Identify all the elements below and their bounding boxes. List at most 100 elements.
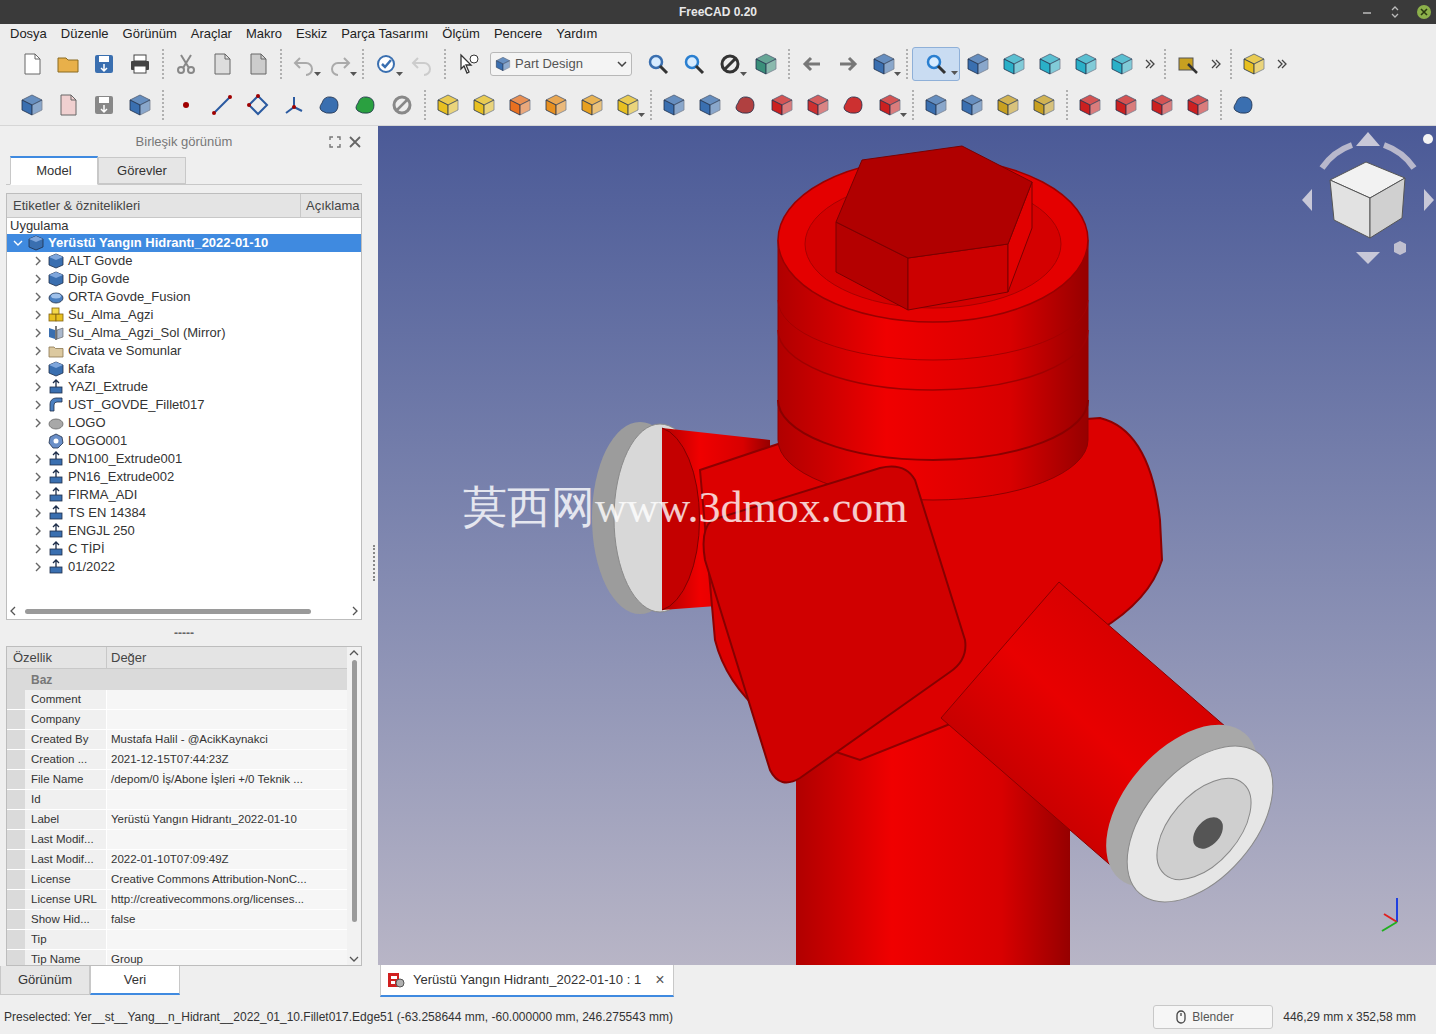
property-value[interactable]: Group xyxy=(107,950,347,966)
tree-item[interactable]: DN100_Extrude001 xyxy=(7,450,361,468)
property-value[interactable] xyxy=(107,690,347,709)
workbench-selector[interactable]: Part Design xyxy=(490,52,632,76)
column-header[interactable]: Açıklama xyxy=(301,194,361,217)
blob-icon[interactable] xyxy=(312,88,348,122)
tree-item[interactable]: Kafa xyxy=(7,360,361,378)
navigation-style-button[interactable]: Blender xyxy=(1153,1005,1273,1029)
tree-item[interactable]: LOGO001 xyxy=(7,432,361,450)
expander-icon[interactable] xyxy=(32,418,44,428)
cube-icon[interactable] xyxy=(1072,88,1108,122)
cube-icon[interactable] xyxy=(918,88,954,122)
scroll-down-icon[interactable] xyxy=(349,955,359,963)
horizontal-scrollbar[interactable] xyxy=(7,603,361,619)
cube-icon[interactable] xyxy=(1144,88,1180,122)
property-row[interactable]: License URLhttp://creativecommons.org/li… xyxy=(7,890,347,910)
expander-icon[interactable] xyxy=(32,274,44,284)
panel-tab[interactable]: Model xyxy=(10,156,98,185)
property-row[interactable]: LabelYerüstü Yangın Hidrantı_2022-01-10 xyxy=(7,810,347,830)
tree-item[interactable]: UST_GOVDE_Fillet017 xyxy=(7,396,361,414)
property-row[interactable]: Last Modif... xyxy=(7,830,347,850)
noentry-icon[interactable] xyxy=(712,47,748,81)
blob-icon[interactable] xyxy=(1226,88,1262,122)
expander-icon[interactable] xyxy=(32,454,44,464)
property-row[interactable]: Last Modif...2022-01-10T07:09:49Z xyxy=(7,850,347,870)
tree-item[interactable]: TS EN 14384 xyxy=(7,504,361,522)
cube-icon[interactable] xyxy=(1108,88,1144,122)
mag-icon[interactable] xyxy=(640,47,676,81)
expander-icon[interactable] xyxy=(32,346,44,356)
dot-icon[interactable] xyxy=(168,88,204,122)
tree-item[interactable]: Su_Alma_Agzi_Sol (Mirror) xyxy=(7,324,361,342)
splitter-handle[interactable]: ----- xyxy=(6,620,362,645)
minimize-icon[interactable] xyxy=(1360,5,1374,19)
mag-icon[interactable] xyxy=(912,47,960,81)
tree-item[interactable]: C TİPİ xyxy=(7,540,361,558)
redo-icon[interactable] xyxy=(322,47,358,81)
cube-icon[interactable] xyxy=(990,88,1026,122)
panel-tab[interactable]: Görünüm xyxy=(0,966,90,995)
cube-icon[interactable] xyxy=(692,88,728,122)
expander-icon[interactable] xyxy=(32,292,44,302)
tree-item[interactable]: Su_Alma_Agzi xyxy=(7,306,361,324)
panel-tab[interactable]: Görevler xyxy=(98,157,186,184)
menu-item[interactable]: Yardım xyxy=(549,24,604,44)
panel-splitter[interactable] xyxy=(370,126,378,1000)
cube-icon[interactable] xyxy=(1032,47,1068,81)
panel-tab[interactable]: Veri xyxy=(90,966,180,995)
hydrant-model-icon[interactable] xyxy=(378,126,1436,965)
menu-item[interactable]: Düzenle xyxy=(54,24,116,44)
scroll-left-icon[interactable] xyxy=(9,606,17,616)
property-value[interactable]: false xyxy=(107,910,347,929)
cube-icon[interactable] xyxy=(954,88,990,122)
restore-icon[interactable] xyxy=(1388,5,1402,19)
expander-icon[interactable] xyxy=(12,238,24,248)
property-value[interactable]: http://creativecommons.org/licenses... xyxy=(107,890,347,909)
check-icon[interactable] xyxy=(368,47,404,81)
undo-icon[interactable] xyxy=(404,47,440,81)
measure-icon[interactable] xyxy=(1170,47,1206,81)
property-row[interactable]: Company xyxy=(7,710,347,730)
menu-item[interactable]: Parça Tasarımı xyxy=(334,24,435,44)
cube-icon[interactable] xyxy=(1026,88,1062,122)
cube-icon[interactable] xyxy=(872,88,908,122)
menu-item[interactable]: Makro xyxy=(239,24,289,44)
tree-item[interactable]: ENGJL 250 xyxy=(7,522,361,540)
arrowR-icon[interactable] xyxy=(830,47,866,81)
menu-item[interactable]: Ölçüm xyxy=(435,24,487,44)
sheet-icon[interactable] xyxy=(204,47,240,81)
tree-item[interactable]: LOGO xyxy=(7,414,361,432)
more-tools-icon[interactable] xyxy=(1206,47,1226,81)
vertical-scrollbar[interactable] xyxy=(347,647,361,965)
property-value[interactable] xyxy=(107,710,347,729)
diamond-icon[interactable] xyxy=(240,88,276,122)
cube-icon[interactable] xyxy=(122,88,158,122)
3d-viewport[interactable]: 莫西网www.3dmox.com xyxy=(378,126,1436,965)
tree-item[interactable]: ORTA Govde_Fusion xyxy=(7,288,361,306)
menu-item[interactable]: Pencere xyxy=(487,24,549,44)
mag-icon[interactable] xyxy=(676,47,712,81)
property-value[interactable]: 2022-01-10T07:09:49Z xyxy=(107,850,347,869)
expander-icon[interactable] xyxy=(32,490,44,500)
property-value[interactable] xyxy=(107,930,347,949)
cube-icon[interactable] xyxy=(538,88,574,122)
property-value[interactable]: Creative Commons Attribution-NonC... xyxy=(107,870,347,889)
scissors-icon[interactable] xyxy=(168,47,204,81)
undock-icon[interactable] xyxy=(328,135,342,149)
property-row[interactable]: Tip NameGroup xyxy=(7,950,347,966)
cube-icon[interactable] xyxy=(430,88,466,122)
blob-icon[interactable] xyxy=(836,88,872,122)
expander-icon[interactable] xyxy=(32,256,44,266)
property-row[interactable]: Show Hid...false xyxy=(7,910,347,930)
sheet-icon[interactable] xyxy=(50,88,86,122)
cube-icon[interactable] xyxy=(1104,47,1140,81)
expander-icon[interactable] xyxy=(32,562,44,572)
property-row[interactable]: Tip xyxy=(7,930,347,950)
cube-icon[interactable] xyxy=(866,47,902,81)
menu-item[interactable]: Araçlar xyxy=(184,24,239,44)
cube-icon[interactable] xyxy=(466,88,502,122)
blob-icon[interactable] xyxy=(728,88,764,122)
property-row[interactable]: Created ByMustafa Halil - @AcikKaynakci xyxy=(7,730,347,750)
menu-item[interactable]: Görünüm xyxy=(116,24,184,44)
property-value[interactable]: Yerüstü Yangın Hidrantı_2022-01-10 xyxy=(107,810,347,829)
cube-icon[interactable] xyxy=(1180,88,1216,122)
